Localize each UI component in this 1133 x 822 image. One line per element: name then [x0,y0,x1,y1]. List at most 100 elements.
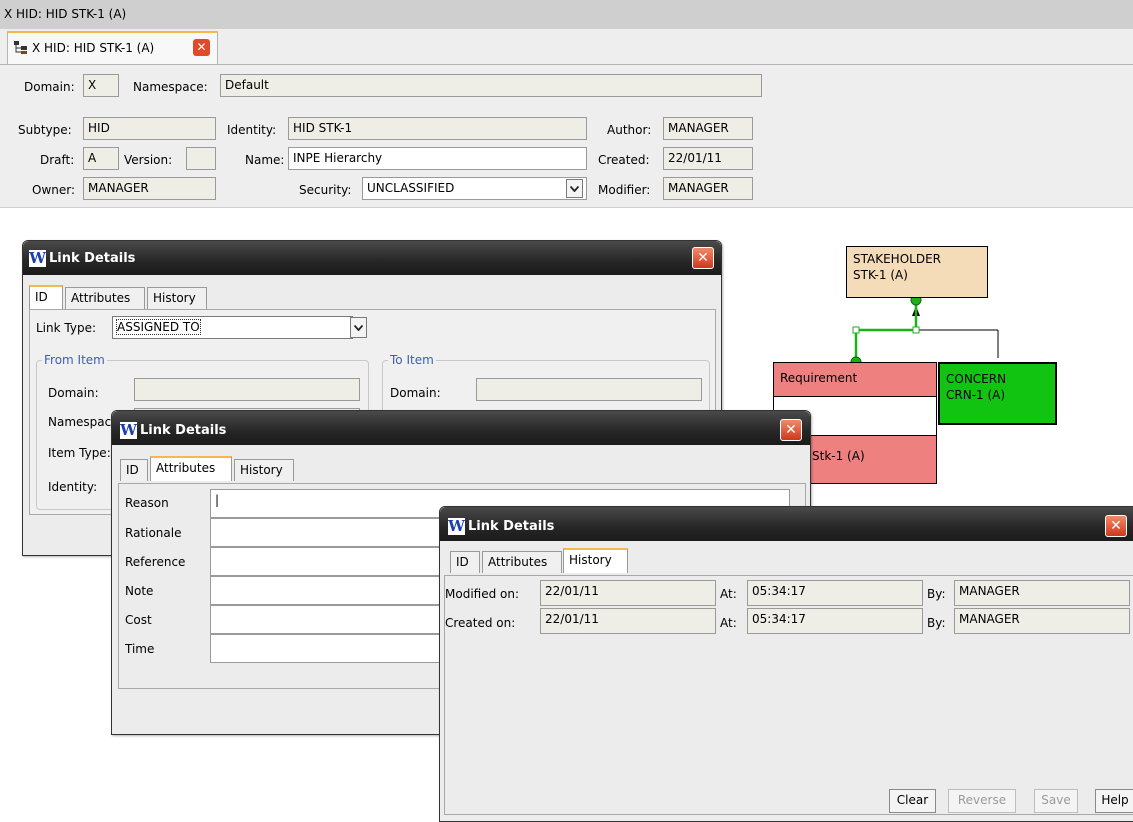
concern-node-type: CONCERN [946,372,1007,386]
document-tab[interactable]: X HID: HID STK-1 (A) ✕ [7,31,218,64]
window-title: X HID: HID STK-1 (A) [4,7,127,21]
stakeholder-node-id: STK-1 (A) [853,268,908,282]
close-icon[interactable]: ✕ [780,419,802,441]
owner-field[interactable]: MANAGER [83,177,216,200]
created-at-field[interactable]: 05:34:17 [747,608,923,634]
security-label: Security: [299,183,352,197]
author-label: Author: [607,123,652,137]
author-field[interactable]: MANAGER [663,117,753,140]
tab-attributes[interactable]: Attributes [65,287,145,309]
stakeholder-node[interactable]: STAKEHOLDER STK-1 (A) [846,246,988,298]
created-label: Created: [598,153,650,167]
created-field[interactable]: 22/01/11 [663,147,753,170]
tab-history[interactable]: History [563,548,628,573]
concern-node-id: CRN-1 (A) [946,388,1006,402]
owner-label: Owner: [32,183,76,197]
w-logo-icon: W [29,249,46,267]
tab-content-divider [0,64,1133,65]
tab-history-label: History [153,291,196,305]
chevron-down-icon[interactable] [350,317,367,338]
dialog2-title: Link Details [140,423,227,438]
window-title-bar: X HID: HID STK-1 (A) [0,0,1133,29]
clear-button[interactable]: Clear [889,789,936,813]
hierarchy-icon [13,40,28,55]
rationale-label: Rationale [125,526,182,540]
dialog3-tab-panel: Modified on: 22/01/11 At: 05:34:17 By: M… [444,575,1133,815]
namespace-field[interactable]: Default [220,74,762,97]
modified-at-label: At: [720,587,737,601]
note-label: Note [125,584,154,598]
tab-attributes-label: Attributes [71,291,131,305]
identity-label: Identity: [227,123,277,137]
from-domain-label: Domain: [48,386,99,400]
dialog3-title-bar: W Link Details ✕ [440,507,1133,541]
requirement-header: Requirement [774,363,936,397]
tab-attributes[interactable]: Attributes [482,551,562,573]
to-domain-field[interactable] [476,378,702,401]
modified-at-field[interactable]: 05:34:17 [747,580,923,606]
time-label: Time [125,642,155,656]
link-details-dialog-history: W Link Details ✕ ID Attributes History M… [439,506,1133,822]
reference-label: Reference [125,555,186,569]
tab-id-label: ID [35,290,48,304]
to-item-label: To Item [388,353,436,367]
concern-node[interactable]: CONCERN CRN-1 (A) [938,362,1057,425]
version-field[interactable] [186,147,216,170]
tab-id[interactable]: ID [29,285,63,310]
tab-history-label: History [240,463,283,477]
domain-field[interactable]: X [83,74,119,97]
created-by-label: By: [927,616,946,630]
close-icon[interactable]: ✕ [692,247,714,269]
modified-on-field[interactable]: 22/01/11 [540,580,716,606]
tab-id[interactable]: ID [120,459,148,481]
subtype-label: Subtype: [18,123,72,137]
name-field[interactable]: INPE Hierarchy [288,147,587,170]
tab-history[interactable]: History [234,459,294,481]
subtype-field[interactable]: HID [83,117,216,140]
modified-on-label: Modified on: [445,587,520,601]
modifier-label: Modifier: [598,183,651,197]
to-domain-label: Domain: [390,386,441,400]
close-icon[interactable]: ✕ [193,39,210,56]
tab-id-label: ID [126,463,139,477]
security-select-value: UNCLASSIFIED [367,181,455,195]
reason-label: Reason [125,496,169,510]
cost-label: Cost [125,613,152,627]
tab-history-label: History [569,553,612,567]
help-button[interactable]: Help [1095,789,1133,813]
security-select[interactable]: UNCLASSIFIED [362,177,587,200]
link-type-value: ASSIGNED TO [116,319,201,335]
reverse-button[interactable]: Reverse [948,789,1016,813]
save-button[interactable]: Save [1034,789,1078,813]
dialog1-title: Link Details [49,251,136,266]
stakeholder-node-type: STAKEHOLDER [853,252,941,266]
tab-history[interactable]: History [147,287,207,309]
w-logo-icon: W [448,517,465,535]
identity-field[interactable]: HID STK-1 [288,117,587,140]
dialog3-title: Link Details [468,519,555,534]
tab-attributes-label: Attributes [156,461,216,475]
from-identity-label: Identity: [48,480,98,494]
tab-attributes[interactable]: Attributes [150,456,232,481]
dialog1-title-bar: W Link Details ✕ [23,241,721,275]
from-domain-field[interactable] [134,378,360,401]
draft-field[interactable]: A [83,147,119,170]
namespace-label: Namespace: [133,80,208,94]
modifier-field[interactable]: MANAGER [663,177,753,200]
link-type-select[interactable]: ASSIGNED TO [112,316,353,339]
tab-id-label: ID [456,555,469,569]
modified-by-field[interactable]: MANAGER [954,580,1130,606]
name-label: Name: [245,153,285,167]
tab-id[interactable]: ID [450,551,480,573]
w-logo-icon: W [120,421,137,439]
link-type-label: Link Type: [36,321,96,335]
from-item-type-label: Item Type: [48,446,111,460]
tab-attributes-label: Attributes [488,555,548,569]
chevron-down-icon[interactable] [566,179,583,198]
close-icon[interactable]: ✕ [1105,515,1127,537]
from-item-label: From Item [42,353,107,367]
created-on-field[interactable]: 22/01/11 [540,608,716,634]
created-by-field[interactable]: MANAGER [954,608,1130,634]
created-on-label: Created on: [445,616,516,630]
requirement-label: Requirement [780,371,858,385]
